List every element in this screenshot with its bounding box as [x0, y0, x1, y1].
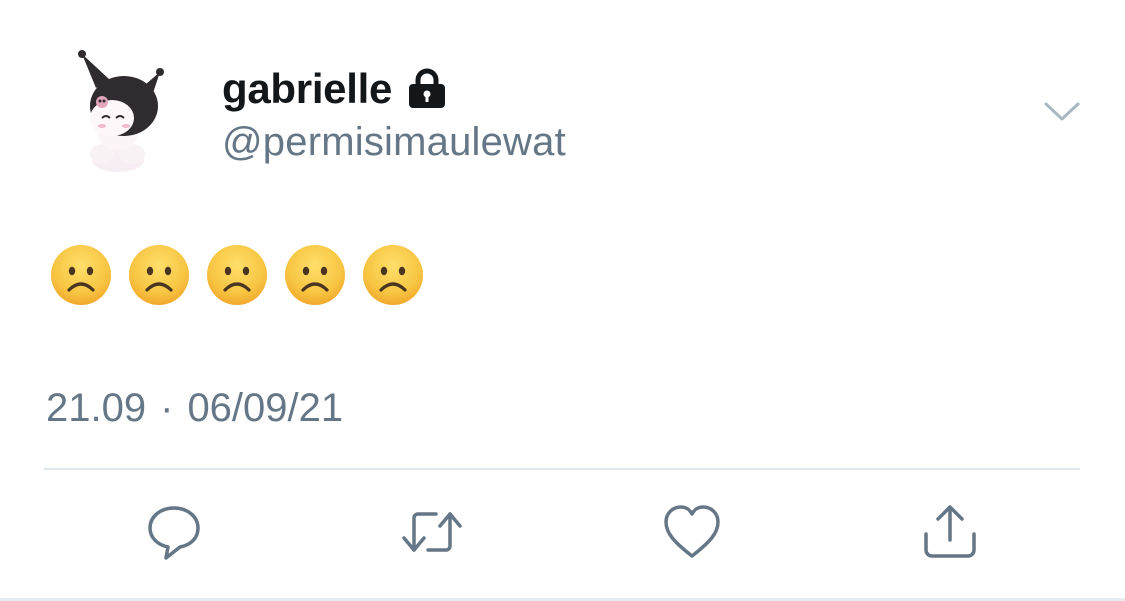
lock-icon: [409, 68, 446, 108]
timestamp-separator: ·: [160, 386, 174, 430]
frowning-face-emoji: [128, 244, 190, 306]
tweet-author: gabrielle @permisimaulewat: [222, 64, 566, 168]
chevron-down-icon: [1044, 102, 1080, 121]
tweet-menu-button[interactable]: [1042, 96, 1082, 126]
frowning-face-emoji: [206, 244, 268, 306]
frowning-face-emoji-graphic: [285, 245, 345, 305]
tweet-date: 06/09/21: [187, 386, 344, 430]
frowning-face-emoji-graphic: [363, 245, 423, 305]
reply-button[interactable]: [142, 500, 206, 564]
retweet-icon: [402, 512, 462, 552]
frowning-face-emoji-graphic: [51, 245, 111, 305]
share-icon: [924, 505, 976, 558]
share-button[interactable]: [918, 500, 982, 564]
avatar[interactable]: [72, 44, 172, 176]
kuromi-avatar-image: [78, 50, 164, 172]
frowning-face-emoji-graphic: [129, 245, 189, 305]
tweet-time: 21.09: [46, 386, 147, 430]
frowning-face-emoji: [284, 244, 346, 306]
display-name[interactable]: gabrielle: [222, 64, 392, 114]
reply-icon: [148, 506, 200, 560]
heart-icon: [664, 505, 720, 558]
divider: [44, 468, 1080, 470]
tweet-timestamp[interactable]: 21.09 · 06/09/21: [46, 382, 343, 434]
frowning-face-emoji: [362, 244, 424, 306]
tweet-text: [50, 244, 424, 306]
retweet-button[interactable]: [400, 500, 464, 564]
name-row: gabrielle: [222, 64, 566, 114]
like-button[interactable]: [660, 500, 724, 564]
tweet-detail: gabrielle @permisimaulewat 21.09 · 06/09…: [0, 0, 1125, 601]
user-handle[interactable]: @permisimaulewat: [222, 116, 566, 168]
frowning-face-emoji: [50, 244, 112, 306]
frowning-face-emoji-graphic: [207, 245, 267, 305]
